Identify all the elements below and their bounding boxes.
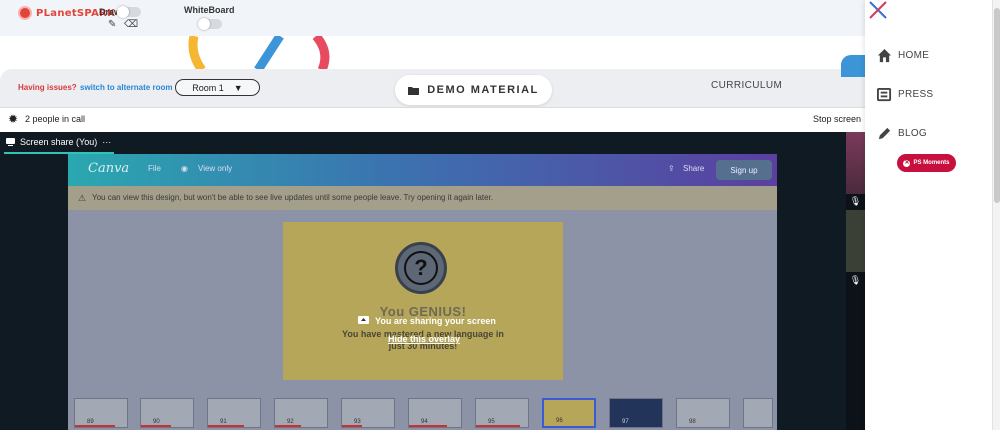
demo-material-button[interactable]: DEMO MATERIAL xyxy=(395,75,552,105)
participant-strip: 🎙 🎙 xyxy=(846,132,865,430)
demo-material-label: DEMO MATERIAL xyxy=(427,84,539,96)
canva-file-menu[interactable]: File xyxy=(148,164,161,173)
screen-share-icon xyxy=(358,316,369,324)
issue-text: Having issues? xyxy=(18,83,77,92)
canva-warning-bar: ⚠ You can view this design, but won't be… xyxy=(68,186,777,210)
slide-thumbnail-selected[interactable]: 96 xyxy=(542,398,596,428)
room-select-value: Room 1 xyxy=(192,82,224,93)
draw-toggle[interactable] xyxy=(117,6,141,18)
stop-screen-button[interactable]: Stop screen xyxy=(813,114,861,124)
more-options-icon[interactable]: ··· xyxy=(102,137,111,147)
slide-thumbnail[interactable]: 94 xyxy=(408,398,462,428)
newspaper-icon xyxy=(877,87,892,102)
eraser-icon[interactable]: ⌫ xyxy=(124,19,138,30)
slide-thumbnail[interactable]: 98 xyxy=(676,398,730,428)
sidebar-item-press[interactable]: PRESS xyxy=(877,87,933,102)
ps-moments-button[interactable]: ✕ PS Moments xyxy=(897,154,956,172)
warning-icon: ⚠ xyxy=(78,193,87,203)
canva-logo: Canva xyxy=(88,161,130,176)
question-mark-icon: ? xyxy=(395,242,447,294)
side-menu: HOME PRESS BLOG ✕ PS Moments xyxy=(865,0,1000,430)
screen-share-label: Screen share (You) xyxy=(20,137,98,147)
close-circle-icon: ✕ xyxy=(903,159,911,167)
slide-canvas: ? You GENIUS! You have mastered a new la… xyxy=(283,222,563,380)
sharing-overlay-text: You are sharing your screen xyxy=(375,316,496,326)
pencil-icon xyxy=(878,127,891,140)
microphone-icon[interactable]: 🎙 xyxy=(849,196,862,210)
sidebar-item-blog[interactable]: BLOG xyxy=(877,126,927,141)
slide-thumbnail[interactable]: 91 xyxy=(207,398,261,428)
slide-thumbnail[interactable]: 90 xyxy=(140,398,194,428)
sharing-overlay-message: You are sharing your screen xyxy=(358,316,496,326)
home-icon xyxy=(877,48,892,63)
canva-signup-label: Sign up xyxy=(730,165,758,175)
sidebar-item-label: HOME xyxy=(898,50,930,61)
canva-share-button[interactable]: Share xyxy=(683,164,704,173)
canva-header: Canva File ◉ View only ⇪ Share Sign up xyxy=(68,154,777,186)
sidebar-item-label: PRESS xyxy=(898,89,934,100)
slide-thumbnail[interactable]: 97 xyxy=(609,398,663,428)
slide-thumbnail[interactable]: 92 xyxy=(274,398,328,428)
canva-view-only: View only xyxy=(198,164,233,173)
slide-thumbnail[interactable]: 93 xyxy=(341,398,395,428)
canva-warning-text: You can view this design, but won't be a… xyxy=(92,193,494,202)
curriculum-tab[interactable]: CURRICULUM xyxy=(711,80,782,91)
planetspark-logo-icon xyxy=(18,6,32,20)
folder-icon xyxy=(408,86,420,95)
room-select[interactable]: Room 1 ▼ xyxy=(175,79,260,96)
switch-room-link[interactable]: switch to alternate room xyxy=(80,83,172,92)
hide-overlay-link[interactable]: Hide this overlay xyxy=(388,334,460,344)
eye-icon: ◉ xyxy=(181,164,188,173)
room-bar: Having issues? switch to alternate room … xyxy=(0,69,865,107)
slide-thumbnail[interactable]: 89 xyxy=(74,398,128,428)
blue-corner-decoration xyxy=(841,55,865,77)
sidebar-item-label: BLOG xyxy=(898,128,927,139)
call-header: ✹ 2 people in call Stop screen xyxy=(0,107,865,132)
top-toolbar: PLanetSPARK Draw ✎ ⌫ WhiteBoard xyxy=(0,0,865,36)
people-count: 2 people in call xyxy=(25,114,86,124)
canva-signup-button[interactable]: Sign up xyxy=(716,160,772,180)
sidebar-item-home[interactable]: HOME xyxy=(877,48,929,63)
microphone-icon[interactable]: 🎙 xyxy=(849,275,862,289)
pencil-icon[interactable]: ✎ xyxy=(108,19,116,30)
whiteboard-label: WhiteBoard xyxy=(184,5,235,15)
screen-share-tab[interactable]: Screen share (You) ··· xyxy=(6,137,111,147)
close-icon[interactable] xyxy=(868,0,888,20)
whiteboard-toggle[interactable] xyxy=(198,18,222,30)
page-scrollbar[interactable] xyxy=(992,0,1000,430)
slide-thumbnail[interactable] xyxy=(743,398,773,428)
scrollbar-thumb[interactable] xyxy=(994,8,1000,203)
participant-video[interactable] xyxy=(846,210,865,272)
caret-down-icon: ▼ xyxy=(233,82,243,93)
participant-video[interactable] xyxy=(846,132,865,194)
ps-moments-label: PS Moments xyxy=(913,160,950,166)
slide-thumbnails: 89 90 91 92 93 94 95 96 97 98 xyxy=(74,398,774,430)
gear-icon[interactable]: ✹ xyxy=(8,112,18,126)
slide-thumbnail[interactable]: 95 xyxy=(475,398,529,428)
upload-icon: ⇪ xyxy=(668,164,675,173)
shared-screen: Canva File ◉ View only ⇪ Share Sign up ⚠… xyxy=(68,154,777,430)
screen-share-icon xyxy=(6,138,15,146)
decorative-arcs xyxy=(188,36,330,70)
meeting-area: Screen share (You) ··· Canva File ◉ View… xyxy=(0,132,865,430)
